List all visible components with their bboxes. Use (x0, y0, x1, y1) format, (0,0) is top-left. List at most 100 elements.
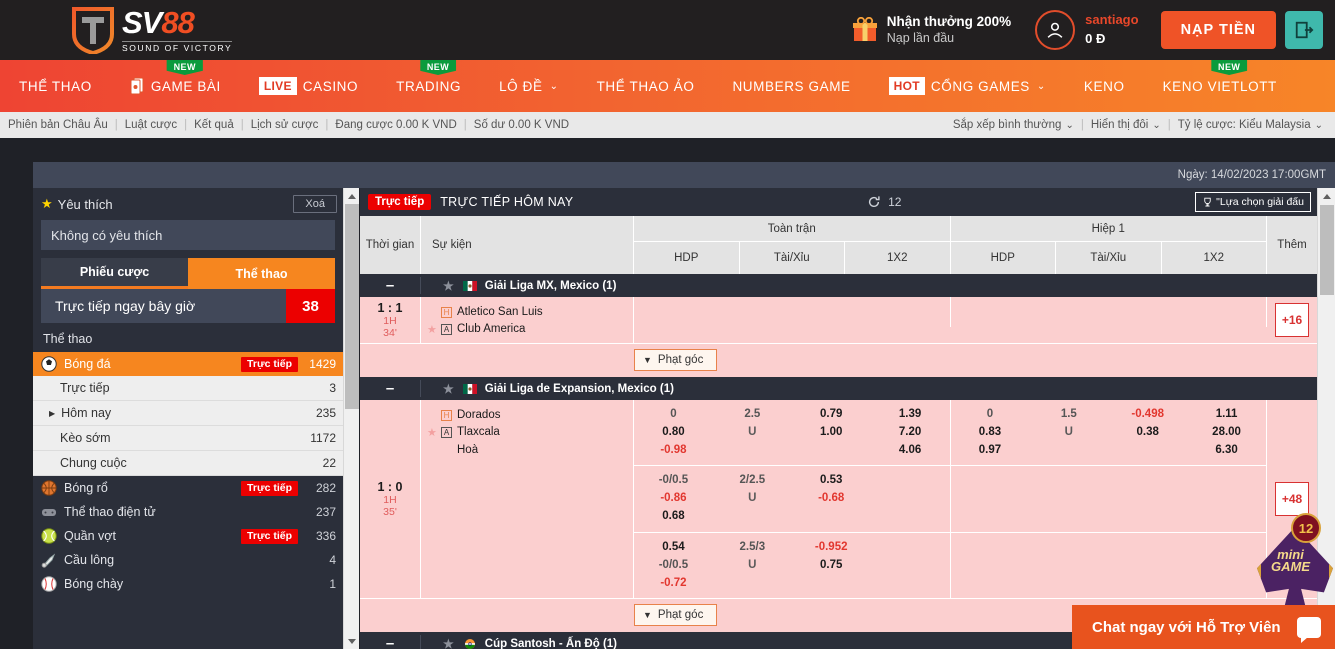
odds-value[interactable]: -0.68 (818, 490, 844, 508)
favorite-star-icon[interactable]: ★ (427, 425, 441, 442)
odds-cell-extra[interactable]: -0.952 0.75 (792, 533, 871, 598)
odds-cell-hdp[interactable]: 0 0.83 0.97 (951, 400, 1030, 465)
odds-value[interactable]: 28.00 (1212, 424, 1241, 442)
subbar-link-5[interactable]: Số dư 0.00 K VND (474, 119, 569, 131)
subbar-link-3[interactable]: Lịch sử cược (251, 119, 319, 131)
refresh-control[interactable]: 12 (867, 195, 901, 209)
odds-value[interactable]: -0/0.5 (659, 557, 688, 575)
odds-value[interactable]: 0.38 (1136, 424, 1158, 442)
tab-sports[interactable]: Thể thao (188, 258, 335, 289)
odds-value[interactable]: 1.5 (1061, 406, 1077, 424)
nav-item-keno-vietlott[interactable]: NEW KENO VIETLOTT (1144, 60, 1296, 112)
odds-cell-over-under[interactable] (1029, 297, 1108, 327)
promo-banner[interactable]: Nhận thưởng 200% Nạp lần đầu (852, 14, 1011, 47)
odds-cell-over-under[interactable]: 2.5/3 U (713, 533, 792, 598)
subbar-option-1[interactable]: Hiển thị đôi (1091, 119, 1149, 131)
favorite-star-icon[interactable]: ★ (427, 322, 441, 339)
sidebar-item-bóng-đá[interactable]: Bóng đá Trực tiếp 1429 (33, 352, 343, 376)
odds-cell-1x2[interactable] (1187, 297, 1266, 327)
league-header[interactable]: – ★ Giải Liga MX, Mexico (1) (360, 274, 1317, 297)
odds-value[interactable]: 4.06 (899, 442, 921, 460)
subbar-link-2[interactable]: Kết quả (194, 119, 234, 131)
odds-cell-hdp[interactable] (951, 466, 1030, 531)
odds-value[interactable]: U (748, 557, 756, 575)
odds-value[interactable]: 1.00 (820, 424, 842, 442)
odds-value[interactable]: 0 (987, 406, 993, 424)
more-markets-button[interactable]: +48 (1274, 482, 1310, 517)
league-header[interactable]: – ★ Giải Liga de Expansion, Mexico (1) (360, 377, 1317, 400)
odds-cell-extra[interactable]: 0.53 -0.68 (792, 466, 871, 531)
subbar-option-2[interactable]: Tỷ lệ cược: Kiểu Malaysia (1178, 119, 1311, 131)
odds-value[interactable]: -0.498 (1131, 406, 1164, 424)
odds-cell-hdp[interactable]: -0/0.5 -0.86 0.68 (634, 466, 713, 531)
odds-value[interactable]: 0.83 (979, 424, 1001, 442)
odds-value[interactable]: 7.20 (899, 424, 921, 442)
odds-cell-extra[interactable]: -0.498 0.38 (1108, 400, 1187, 465)
odds-value[interactable]: 1.11 (1216, 406, 1238, 424)
odds-cell-over-under[interactable]: 1.5 U (1029, 400, 1108, 465)
chat-support-bar[interactable]: Chat ngay với Hỗ Trợ Viên (1072, 605, 1335, 649)
corner-bets-button[interactable]: ▼ Phạt góc (634, 349, 718, 371)
nav-item-numbers-game[interactable]: NUMBERS GAME (713, 60, 869, 112)
odds-value[interactable]: U (1065, 424, 1073, 442)
odds-cell-over-under[interactable] (1029, 466, 1108, 531)
odds-value[interactable]: 2.5 (744, 406, 760, 424)
expand-arrow-icon[interactable]: ▶ (49, 409, 55, 418)
sidebar-item-quần-vợt[interactable]: Quần vợt Trực tiếp 336 (33, 524, 343, 548)
odds-cell-1x2[interactable] (871, 466, 950, 531)
odds-cell-over-under[interactable] (1029, 533, 1108, 598)
nav-item-game-bài[interactable]: NEW GAME BÀI (111, 60, 240, 112)
clear-favorites-button[interactable]: Xoá (293, 195, 337, 213)
odds-value[interactable]: 0.68 (662, 508, 684, 526)
odds-value[interactable]: 2/2.5 (740, 472, 766, 490)
collapse-icon[interactable]: – (360, 380, 421, 397)
odds-cell-1x2[interactable] (871, 297, 950, 327)
odds-cell-1x2[interactable]: 1.39 7.20 4.06 (871, 400, 950, 465)
more-markets-button[interactable]: +16 (1274, 303, 1310, 337)
odds-value[interactable]: -0/0.5 (659, 472, 688, 490)
odds-value[interactable]: -0.98 (660, 442, 686, 460)
odds-value[interactable]: -0.86 (660, 490, 686, 508)
odds-cell-extra[interactable] (792, 297, 871, 327)
subbar-link-1[interactable]: Luật cược (125, 119, 177, 131)
odds-cell-hdp[interactable] (951, 533, 1030, 598)
main-scroll-thumb[interactable] (1320, 205, 1334, 295)
odds-cell-extra[interactable] (1108, 297, 1187, 327)
scroll-up-icon[interactable] (344, 188, 359, 204)
avatar[interactable] (1035, 10, 1076, 50)
odds-cell-extra[interactable] (1108, 533, 1187, 598)
odds-cell-1x2[interactable]: 1.11 28.00 6.30 (1187, 400, 1266, 465)
site-logo[interactable]: SV88 SOUND OF VICTORY (72, 6, 233, 56)
odds-cell-hdp[interactable] (951, 297, 1030, 327)
odds-value[interactable]: U (748, 424, 756, 442)
odds-cell-1x2[interactable] (871, 533, 950, 598)
favorite-star-icon[interactable]: ★ (443, 637, 454, 649)
favorite-star-icon[interactable]: ★ (443, 382, 454, 396)
sidebar-item-kèo-sớm[interactable]: Kèo sớm 1172 (33, 426, 343, 451)
subbar-option-0[interactable]: Sắp xếp bình thường (953, 119, 1062, 131)
odds-value[interactable]: -0.72 (660, 575, 686, 593)
subbar-link-4[interactable]: Đang cược 0.00 K VND (335, 119, 456, 131)
tab-betslip[interactable]: Phiếu cược (41, 258, 188, 289)
sidebar-item-hôm-nay[interactable]: ▶ Hôm nay 235 (33, 401, 343, 426)
odds-value[interactable]: 0.53 (820, 472, 842, 490)
odds-cell-extra[interactable] (1108, 466, 1187, 531)
nav-item-lô-đề[interactable]: LÔ ĐỀ ⌄ (480, 60, 578, 112)
corner-bets-button[interactable]: ▼ Phạt góc (634, 604, 718, 627)
odds-cell-hdp[interactable] (634, 297, 713, 327)
odds-cell-hdp[interactable]: 0 0.80 -0.98 (634, 400, 713, 465)
odds-cell-over-under[interactable]: 2/2.5 U (713, 466, 792, 531)
sidebar-scrollbar[interactable] (343, 188, 359, 649)
odds-cell-over-under[interactable]: 2.5 U (713, 400, 792, 465)
odds-value[interactable]: 0.75 (820, 557, 842, 575)
nav-item-thể-thao[interactable]: THỂ THAO (0, 60, 111, 112)
nav-item-casino[interactable]: LIVE CASINO (240, 60, 377, 112)
odds-value[interactable]: 2.5/3 (740, 539, 766, 557)
scroll-down-icon[interactable] (344, 633, 359, 649)
favorite-star-icon[interactable]: ★ (443, 279, 454, 293)
sidebar-item-bóng-chày[interactable]: Bóng chày 1 (33, 572, 343, 596)
nav-item-trading[interactable]: NEW TRADING (377, 60, 480, 112)
odds-value[interactable]: 0.80 (662, 424, 684, 442)
odds-cell-over-under[interactable] (713, 297, 792, 327)
deposit-button[interactable]: NẠP TIỀN (1160, 11, 1276, 49)
